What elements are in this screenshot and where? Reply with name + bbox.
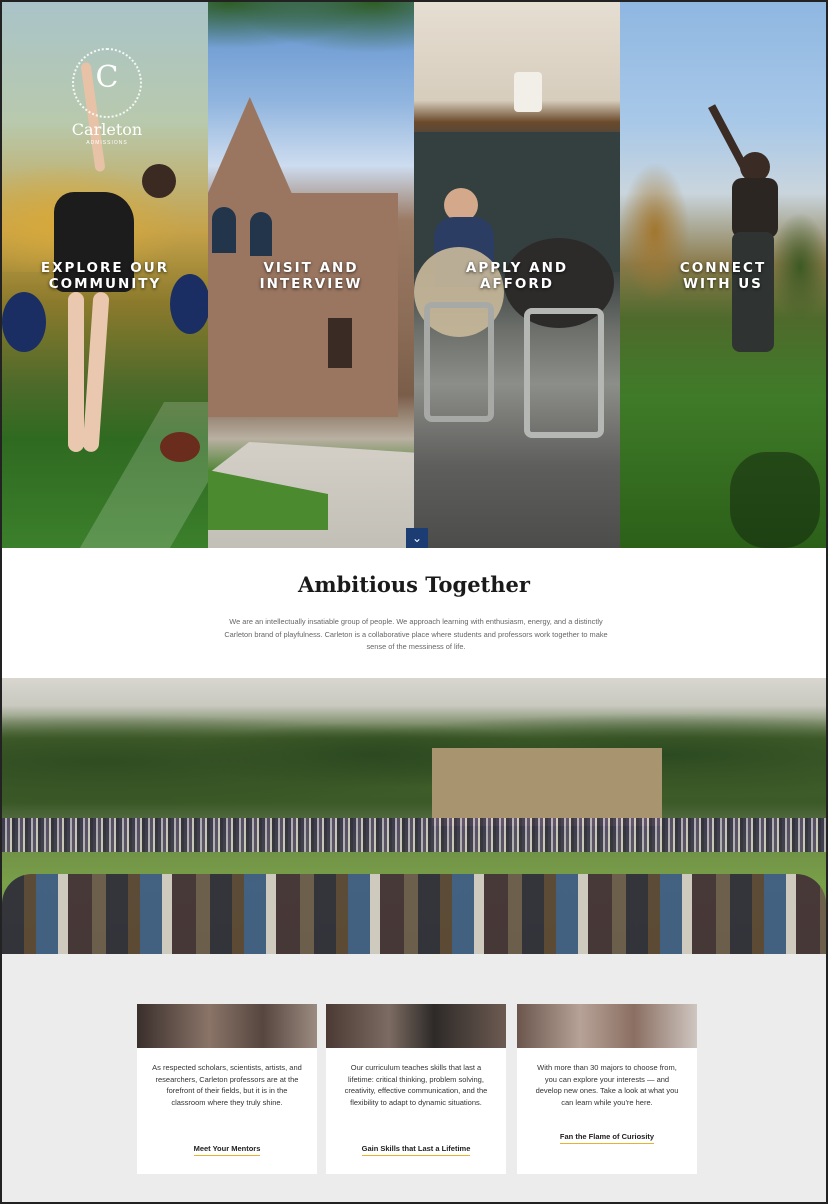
dancer-head bbox=[142, 164, 176, 198]
window bbox=[328, 318, 352, 368]
jumper-legs bbox=[732, 232, 774, 352]
fan-the-flame-link[interactable]: Fan the Flame of Curiosity bbox=[559, 1132, 655, 1144]
stone-building bbox=[208, 97, 398, 417]
panel-explore-community[interactable]: C Carleton ADMISSIONS EXPLORE OUR COMMUN… bbox=[2, 2, 208, 548]
football bbox=[160, 432, 200, 462]
tree-leaves bbox=[208, 2, 414, 62]
wall-light bbox=[514, 72, 542, 112]
panel-label[interactable]: EXPLORE OUR COMMUNITY bbox=[2, 260, 208, 292]
panel-apply-afford[interactable]: APPLY AND AFFORD bbox=[414, 2, 620, 548]
gain-skills-link[interactable]: Gain Skills that Last a Lifetime bbox=[361, 1144, 471, 1156]
page-frame: C Carleton ADMISSIONS EXPLORE OUR COMMUN… bbox=[0, 0, 828, 1204]
brand-subtitle: ADMISSIONS bbox=[86, 140, 128, 146]
jumper-body bbox=[732, 178, 778, 238]
meet-your-mentors-link[interactable]: Meet Your Mentors bbox=[193, 1144, 261, 1156]
card-text: Our curriculum teaches skills that last … bbox=[344, 1063, 488, 1107]
card-curiosity: With more than 30 majors to choose from,… bbox=[517, 1004, 697, 1174]
chair bbox=[424, 302, 494, 422]
intro-title: Ambitious Together bbox=[298, 572, 530, 597]
panel-label[interactable]: VISIT AND INTERVIEW bbox=[208, 260, 414, 292]
window bbox=[212, 207, 236, 253]
card-image bbox=[137, 1004, 317, 1048]
panel-visit-interview[interactable]: VISIT AND INTERVIEW bbox=[208, 2, 414, 548]
trees bbox=[2, 678, 826, 818]
card-text: As respected scholars, scientists, artis… bbox=[152, 1063, 302, 1107]
card-mentors: As respected scholars, scientists, artis… bbox=[137, 1004, 317, 1174]
card-link-wrap: Fan the Flame of Curiosity bbox=[517, 1132, 697, 1144]
crowd-line bbox=[2, 818, 826, 852]
card-text: With more than 30 majors to choose from,… bbox=[535, 1063, 679, 1107]
crowd-photo bbox=[2, 678, 826, 954]
panel-label[interactable]: CONNECT WITH US bbox=[620, 260, 826, 292]
football-helmet bbox=[2, 292, 46, 352]
hero-panels: C Carleton ADMISSIONS EXPLORE OUR COMMUN… bbox=[2, 2, 826, 548]
card-skills: Our curriculum teaches skills that last … bbox=[326, 1004, 506, 1174]
dancer-leg bbox=[82, 291, 110, 453]
panel-label[interactable]: APPLY AND AFFORD bbox=[414, 260, 620, 292]
intro-section: Ambitious Together We are an intellectua… bbox=[2, 548, 826, 678]
panel-connect[interactable]: CONNECT WITH US bbox=[620, 2, 826, 548]
shadow bbox=[730, 452, 820, 548]
carleton-logo-icon: C bbox=[95, 60, 119, 95]
card-link-wrap: Gain Skills that Last a Lifetime bbox=[326, 1144, 506, 1156]
dancer-leg bbox=[68, 292, 84, 452]
foreground-students bbox=[2, 874, 826, 954]
chevron-down-icon[interactable]: ⌄ bbox=[406, 528, 428, 548]
card-image bbox=[326, 1004, 506, 1048]
card-image bbox=[517, 1004, 697, 1048]
window bbox=[250, 212, 272, 256]
card-link-wrap: Meet Your Mentors bbox=[137, 1144, 317, 1156]
campus-building bbox=[432, 748, 662, 826]
brand-name[interactable]: Carleton bbox=[42, 120, 172, 139]
cards-section: As respected scholars, scientists, artis… bbox=[2, 954, 826, 1202]
chair bbox=[524, 308, 604, 438]
intro-body: We are an intellectually insatiable grou… bbox=[224, 617, 608, 651]
